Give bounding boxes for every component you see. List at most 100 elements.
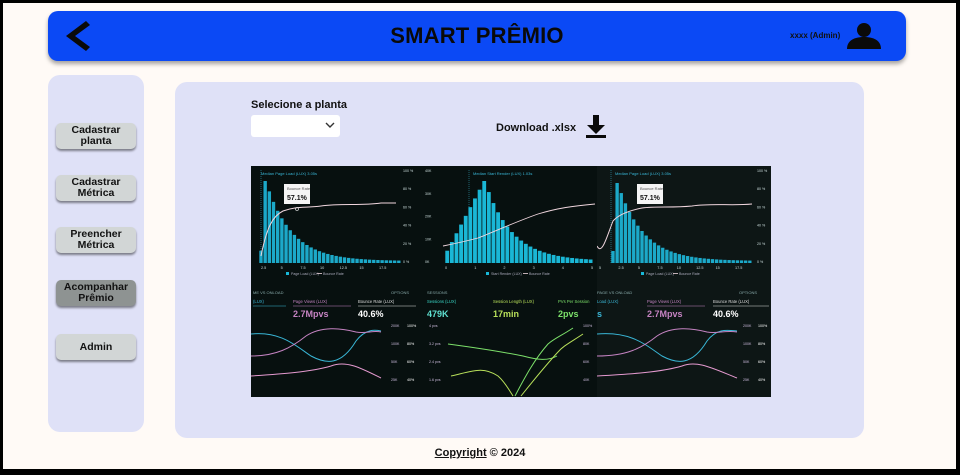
sidebar-item-cadastrar-metrica[interactable]: Cadastrar Métrica xyxy=(56,175,136,201)
svg-text:Bounce Rate: Bounce Rate xyxy=(323,272,344,276)
svg-text:Load (LUX): Load (LUX) xyxy=(597,299,619,304)
sessions-panel: SESSIONS Sessions (LUX) 479K Session Len… xyxy=(427,290,593,397)
x-tick-label: 5 xyxy=(281,266,283,270)
sidebar-item-cadastrar-planta[interactable]: Cadastrar planta xyxy=(56,123,136,149)
histogram-bar xyxy=(292,234,297,263)
user-avatar-icon[interactable] xyxy=(846,23,882,49)
x-tick-label: 3 xyxy=(533,266,535,270)
svg-text:Start Render (LUX): Start Render (LUX) xyxy=(491,272,522,276)
legend-3: Page Load (LUX) Bounce Rate xyxy=(641,272,700,276)
histogram-bar xyxy=(669,251,673,263)
page-load-chart-2: Median Page Load (LUX) 3.05s Bounce Rate… xyxy=(597,166,771,286)
sidebar-item-admin[interactable]: Admin xyxy=(56,334,136,360)
histogram-bar xyxy=(284,224,288,263)
svg-text:Bounce Rate: Bounce Rate xyxy=(679,272,700,276)
right-ticks-2: 100% 80K 60K 40K xyxy=(583,324,593,382)
svg-text:s: s xyxy=(597,309,602,319)
histogram-bar xyxy=(542,252,547,263)
svg-text:1.6 pvs: 1.6 pvs xyxy=(429,378,441,382)
y-tick-label: 60 % xyxy=(757,205,766,209)
options-link-3[interactable]: OPTIONS xyxy=(739,290,757,295)
histogram-bar xyxy=(615,183,619,263)
app-title: SMART PRÊMIO xyxy=(390,23,564,48)
svg-text:100K: 100K xyxy=(391,342,400,346)
svg-text:60%: 60% xyxy=(758,360,766,364)
main-panel: Selecione a planta Download .xlsx Median… xyxy=(175,82,864,438)
svg-text:100K: 100K xyxy=(743,342,752,346)
sidebar-item-acompanhar-premio[interactable]: Acompanhar Prêmio xyxy=(56,280,136,306)
select-plant-label: Selecione a planta xyxy=(251,99,347,111)
bounce-value-1: 40.6% xyxy=(358,309,384,319)
svg-text:Bounce Rate: Bounce Rate xyxy=(529,272,550,276)
y-ticks-2: 40K 30K 20K 10K 0K xyxy=(425,169,432,264)
y-tick-label: 30K xyxy=(425,192,432,196)
y-tick-label: 40 % xyxy=(403,224,412,228)
histogram-bar xyxy=(510,232,514,263)
histogram-bar xyxy=(367,259,372,263)
options-link-1[interactable]: OPTIONS xyxy=(391,290,409,295)
session-length-value: 17min xyxy=(493,309,519,319)
histogram-bar xyxy=(355,258,359,263)
histogram-bar xyxy=(463,215,468,263)
page-views-value-1: 2.7Mpvs xyxy=(293,309,329,319)
histogram-bar xyxy=(523,243,528,263)
histogram-bar xyxy=(588,259,593,263)
svg-text:40%: 40% xyxy=(758,378,766,382)
histogram-bar xyxy=(648,239,652,263)
sessions-value: 479K xyxy=(427,309,449,319)
legend-2: Start Render (LUX) Bounce Rate xyxy=(486,272,550,276)
x-tick-label: 12.5 xyxy=(340,266,347,270)
histogram-bar xyxy=(491,203,496,263)
histogram-bar xyxy=(714,259,719,263)
svg-text:Page Load (LUX): Page Load (LUX) xyxy=(291,272,319,276)
svg-text:40K: 40K xyxy=(583,378,590,382)
y-tick-label: 60 % xyxy=(403,205,412,209)
histogram-bar xyxy=(690,256,694,263)
histogram-bar xyxy=(636,225,640,263)
histogram-bar xyxy=(351,258,355,263)
download-icon[interactable] xyxy=(585,114,607,138)
svg-text:2.4 pvs: 2.4 pvs xyxy=(429,360,441,364)
svg-text:PVs Per Session: PVs Per Session xyxy=(558,299,590,304)
histogram-bar xyxy=(459,224,463,263)
histogram-bar xyxy=(661,247,665,263)
x-tick-label: 1 xyxy=(474,266,476,270)
pageviews-bounce-panel-1: ME VS ONLOAD OPTIONS (LUX) Page Views (L… xyxy=(251,290,417,382)
histogram-bar xyxy=(744,260,748,263)
histogram-bar xyxy=(574,258,579,263)
histogram-bar xyxy=(296,238,301,263)
top-bar: SMART PRÊMIO xxxx (Admin) xyxy=(48,11,906,61)
histogram-bar xyxy=(584,259,588,263)
tooltip-label-1: Bounce Rate xyxy=(287,186,311,191)
copyright-link[interactable]: Copyright xyxy=(435,447,487,459)
histogram-bar xyxy=(288,230,292,263)
histogram-bar xyxy=(505,226,510,263)
svg-text:Page Views (LUX): Page Views (LUX) xyxy=(293,299,328,304)
histogram-bar xyxy=(477,189,482,263)
svg-text:40%: 40% xyxy=(407,378,415,382)
histogram-bar xyxy=(313,249,317,263)
x-tick-label: 15 xyxy=(359,266,363,270)
copyright-year: © 2024 xyxy=(486,447,526,459)
histogram-bar xyxy=(673,252,677,263)
y-ticks-1: 100 % 80 % 60 % 40 % 20 % 0 % xyxy=(403,169,414,264)
median-label-2: Median Start Render (LUX) 1.03s xyxy=(473,171,532,176)
download-xlsx-link[interactable]: Download .xlsx xyxy=(496,122,576,134)
y-tick-label: 20 % xyxy=(403,242,412,246)
histogram-bar xyxy=(309,247,313,263)
histogram-bar xyxy=(547,253,551,263)
sidebar-item-preencher-metrica[interactable]: Preencher Métrica xyxy=(56,227,136,253)
histogram-bar xyxy=(301,242,305,263)
histogram-bar xyxy=(338,256,343,263)
plant-select[interactable] xyxy=(251,115,340,137)
x-tick-label: 4 xyxy=(562,266,564,270)
x-tick-label: 2.5 xyxy=(261,266,266,270)
histogram-bar xyxy=(698,257,702,263)
histogram-bar xyxy=(739,260,744,263)
x-tick-label: 7.5 xyxy=(300,266,305,270)
histogram-bar xyxy=(305,244,309,263)
tooltip-value-3: 57.1% xyxy=(640,195,661,202)
left-ticks-2: 4 pvs 3.2 pvs 2.4 pvs 1.6 pvs xyxy=(429,324,441,382)
histogram-bar xyxy=(706,258,711,263)
x-tick-label: 2.5 xyxy=(618,266,623,270)
